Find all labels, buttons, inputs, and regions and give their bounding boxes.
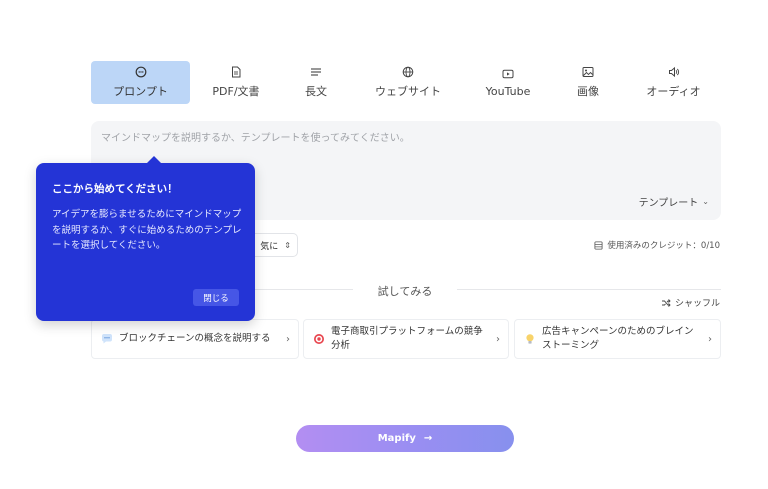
target-icon [314,334,324,344]
credits-indicator: 使用済みのクレジット：0/10 [594,239,720,251]
database-icon [594,240,603,250]
up-down-chevron-icon: ⇕ [284,240,291,250]
tab-audio[interactable]: オーディオ [626,61,721,104]
tab-youtube[interactable]: YouTube [466,61,550,104]
popover-close-button[interactable]: 閉じる [193,289,239,306]
shuffle-button[interactable]: シャッフル [661,296,720,309]
tab-pdf[interactable]: PDF/文書 [190,61,282,104]
shuffle-icon [661,298,671,307]
suggestion-card[interactable]: 広告キャンペーンのためのブレインストーミング › [514,319,721,359]
shuffle-label: シャッフル [674,299,720,309]
tab-label: PDF/文書 [212,85,260,98]
speaker-icon [668,66,680,78]
divider [457,289,721,290]
template-label: テンプレート [638,198,699,209]
mapify-button-label: Mapify [377,433,416,444]
chevron-down-icon: ⌄ [702,197,709,206]
mapify-button[interactable]: Mapify → [296,425,514,452]
tab-label: オーディオ [646,85,701,98]
credits-label: 使用済みのクレジット：0/10 [607,241,720,251]
suggestion-card[interactable]: ブロックチェーンの概念を説明する › [91,319,299,359]
tab-label: プロンプト [113,85,168,98]
popover-title: ここから始めてください！ [52,183,178,195]
popover-body: アイデアを膨らませるためにマインドマップを説明するか、すぐに始めるためのテンプレ… [52,209,242,251]
tab-prompt[interactable]: プロンプト [91,61,190,104]
onboarding-popover: ここから始めてください！ アイデアを膨らませるためにマインドマップを説明するか、… [36,156,255,321]
text-lines-icon [310,66,322,78]
image-icon [582,66,594,78]
chevron-right-icon: › [286,334,290,345]
tab-website[interactable]: ウェブサイト [350,61,466,104]
play-icon [502,68,514,80]
document-icon [230,66,242,78]
template-dropdown[interactable]: テンプレート ⌄ [639,194,709,209]
tab-label: YouTube [485,84,531,98]
suggestion-text: 電子商取引プラットフォームの競争分析 [331,326,483,351]
tab-label: 画像 [577,85,599,98]
suggestion-text: ブロックチェーンの概念を説明する [119,333,271,344]
try-section-title: 試してみる [377,285,433,298]
chevron-right-icon: › [496,334,500,345]
tab-label: 長文 [305,85,327,98]
tab-image[interactable]: 画像 [550,61,626,104]
chat-bubble-icon [135,66,147,78]
tab-long-text[interactable]: 長文 [282,61,350,104]
tab-label: ウェブサイト [375,85,441,98]
mapify-start-page: プロンプト PDF/文書 長文 ウェブサイト YouTube 画像 オーディオ … [0,0,768,489]
mode-select-value: 気に [260,241,279,252]
lightbulb-icon [526,334,534,344]
input-type-tabs: プロンプト PDF/文書 長文 ウェブサイト YouTube 画像 オーディオ [91,61,721,104]
chevron-right-icon: › [708,334,712,345]
suggestion-card[interactable]: 電子商取引プラットフォームの競争分析 › [303,319,509,359]
globe-icon [402,66,414,78]
arrow-right-icon: → [423,433,433,444]
suggestion-text: 広告キャンペーンのためのブレインストーミング [542,326,694,351]
speech-bubble-icon [102,334,112,344]
